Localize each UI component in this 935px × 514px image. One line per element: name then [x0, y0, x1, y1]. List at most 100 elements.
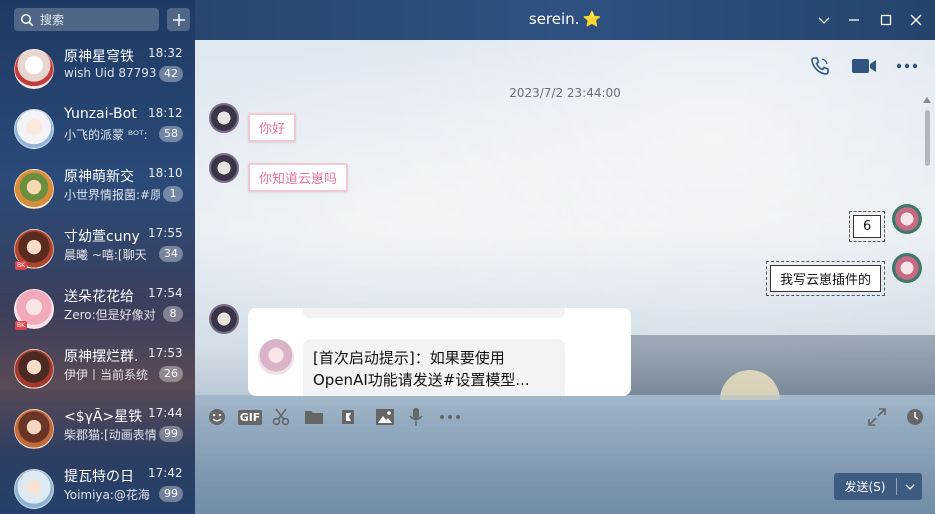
mini-badge: BK — [15, 321, 27, 330]
scroll-up-icon — [923, 97, 931, 103]
sender-avatar[interactable] — [209, 304, 239, 334]
sender-avatar[interactable] — [209, 103, 239, 133]
conversation-time: 17:42 — [148, 466, 183, 480]
conversation-item[interactable]: BK 寸幼萱cuny 17:55 晨曦 ~嘻:[聊天 34 — [0, 220, 195, 280]
conversation-preview: 柴郡猫:[动画表情 — [64, 428, 157, 442]
card-message-text: [首次启动提示]：如果要使用OpenAI功能请发送#设置模型... — [303, 339, 565, 396]
conversation-preview: 小飞的派蒙 ᴮᴼᵀ: — [64, 128, 148, 142]
card-avatar — [258, 339, 294, 375]
forwarded-message-card[interactable]: [首次启动提示]：如果要使用OpenAI功能请发送#设置模型... — [248, 308, 631, 396]
conversation-name: 提瓦特の日 — [64, 469, 134, 485]
chat-scrollbar[interactable] — [921, 96, 931, 394]
chevron-down-icon — [905, 484, 914, 490]
emoji-button[interactable] — [206, 406, 228, 428]
unread-badge: 58 — [159, 126, 183, 142]
conversation-time: 17:44 — [148, 406, 183, 420]
plus-icon — [172, 13, 185, 26]
unread-badge: 99 — [159, 426, 183, 442]
voice-call-button[interactable] — [807, 54, 833, 78]
document-flag-icon — [342, 410, 354, 424]
conversation-time: 18:10 — [148, 166, 183, 180]
video-call-button[interactable] — [851, 54, 877, 78]
unread-badge: 1 — [163, 186, 183, 202]
card-top-strip — [303, 308, 565, 318]
mic-button[interactable] — [405, 406, 427, 428]
clock-icon — [907, 409, 923, 425]
conversation-preview: 晨曦 ~嘻:[聊天 — [64, 248, 147, 262]
message-bubble-self[interactable]: 我写云崽插件的 — [765, 261, 886, 296]
unread-badge: 34 — [159, 246, 183, 262]
image-button[interactable] — [374, 406, 396, 428]
self-avatar[interactable] — [892, 253, 922, 283]
sender-avatar[interactable] — [209, 153, 239, 183]
more-tools-button[interactable] — [439, 406, 461, 428]
unread-badge: 8 — [163, 306, 183, 322]
conversation-preview: Yoimiya:@花海 — [64, 488, 150, 502]
add-button[interactable] — [167, 8, 190, 31]
message-bubble[interactable]: 你知道云崽吗 — [248, 163, 349, 192]
conversation-item[interactable]: BK 送朵花花给 17:54 Zero:但是好像对 8 — [0, 280, 195, 340]
gif-icon: GIF — [237, 409, 263, 425]
send-options-button[interactable] — [897, 483, 922, 491]
message-bubble[interactable]: 你好 — [248, 113, 297, 142]
chevron-down-icon — [818, 17, 830, 24]
conversation-item[interactable]: Yunzai-Bot 18:12 小飞的派蒙 ᴮᴼᵀ: 58 — [0, 100, 195, 160]
microphone-icon — [409, 408, 423, 426]
mini-badge: BK — [15, 261, 27, 270]
message-bubble-self[interactable]: 6 — [848, 211, 886, 242]
search-icon — [20, 13, 34, 26]
search-placeholder: 搜索 — [40, 13, 65, 27]
conversation-preview: wish Uid 87793 — [64, 66, 157, 80]
conversation-name: <$γĀ>星铁 — [64, 409, 143, 425]
conversation-item[interactable]: 原神摆烂群. 17:53 伊伊丨当前系统 26 — [0, 340, 195, 400]
conversation-preview: 小世界情报菌:#原 — [64, 188, 160, 202]
conversation-name: Yunzai-Bot — [64, 106, 137, 122]
history-button[interactable] — [904, 406, 926, 428]
more-options-button[interactable] — [894, 54, 920, 78]
search-input[interactable]: 搜索 — [14, 8, 159, 31]
conversation-time: 17:55 — [148, 226, 183, 240]
close-icon — [910, 14, 922, 26]
conversation-time: 18:12 — [148, 106, 183, 120]
phone-icon — [811, 57, 829, 75]
conversation-preview: 伊伊丨当前系统 — [64, 368, 149, 382]
folder-icon — [305, 411, 323, 424]
file-button[interactable] — [303, 406, 325, 428]
chat-title: serein. — [528, 10, 580, 28]
close-button[interactable] — [906, 10, 926, 30]
conversation-name: 寸幼萱cuny — [64, 229, 140, 245]
expand-input-button[interactable] — [866, 406, 888, 428]
avatar — [14, 169, 54, 209]
message-timestamp: 2023/7/2 23:44:00 — [509, 86, 621, 100]
scrollbar-thumb[interactable] — [925, 110, 930, 166]
conversation-item[interactable]: <$γĀ>星铁 17:44 柴郡猫:[动画表情 99 — [0, 400, 195, 460]
avatar — [14, 349, 54, 389]
dropdown-button[interactable] — [814, 10, 834, 30]
send-button[interactable]: 发送(S) — [834, 473, 922, 500]
screenshot-button[interactable] — [270, 406, 292, 428]
maximize-button[interactable] — [876, 10, 896, 30]
conversation-item[interactable]: 提瓦特の日 17:42 Yoimiya:@花海 99 — [0, 460, 195, 514]
minimize-icon — [849, 19, 859, 21]
conversation-time: 17:54 — [148, 286, 183, 300]
avatar — [14, 409, 54, 449]
minimize-button[interactable] — [844, 10, 864, 30]
unread-badge: 42 — [159, 66, 183, 82]
scissors-icon — [272, 408, 290, 426]
unread-badge: 26 — [159, 366, 183, 382]
avatar — [14, 49, 54, 89]
more-horizontal-icon — [896, 63, 918, 69]
conversation-preview: Zero:但是好像对 — [64, 308, 156, 322]
conversation-time: 17:53 — [148, 346, 183, 360]
conversation-item[interactable]: 原神萌新交 18:10 小世界情报菌:#原 1 — [0, 160, 195, 220]
conversation-item[interactable]: 原神星穹铁 18:32 wish Uid 87793 42 — [0, 40, 195, 100]
conversation-name: 原神萌新交 — [64, 169, 134, 185]
conversation-name: 原神摆烂群. — [64, 349, 139, 365]
self-avatar[interactable] — [892, 204, 922, 234]
avatar — [14, 109, 54, 149]
video-camera-icon — [852, 59, 876, 73]
unread-badge: 99 — [159, 486, 183, 502]
red-packet-button[interactable] — [337, 406, 359, 428]
star-icon: ⭐ — [582, 10, 602, 28]
gif-button[interactable]: GIF — [237, 406, 263, 428]
